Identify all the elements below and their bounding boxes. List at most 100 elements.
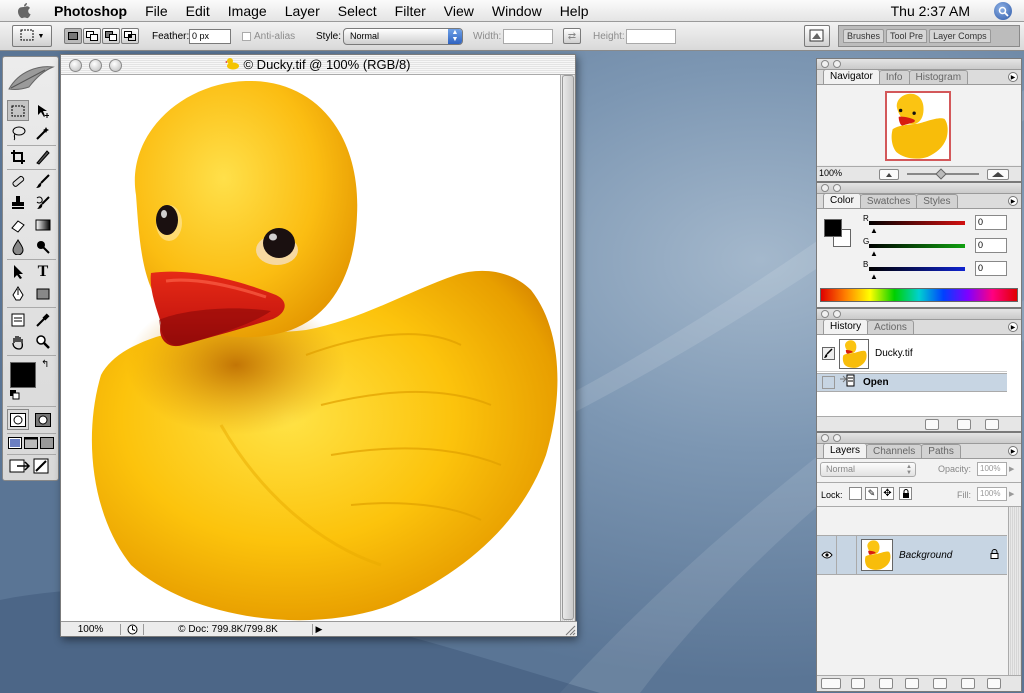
foreground-color-swatch[interactable] xyxy=(10,362,36,388)
document-titlebar[interactable]: © Ducky.tif @ 100% (RGB/8) xyxy=(61,55,575,75)
type-tool-icon[interactable]: T xyxy=(32,261,54,282)
menu-window[interactable]: Window xyxy=(483,3,551,19)
delete-layer-trash-icon[interactable] xyxy=(987,678,1001,689)
tab-paths[interactable]: Paths xyxy=(921,444,961,458)
navigator-zoom-value[interactable]: 100% xyxy=(819,168,842,178)
palette-menu-icon[interactable]: ▶ xyxy=(1008,196,1018,206)
channel-b-thumb-icon[interactable]: ▲ xyxy=(870,272,878,281)
tab-color[interactable]: Color xyxy=(823,193,861,208)
palette-menu-icon[interactable]: ▶ xyxy=(1008,322,1018,332)
history-snapshot-row[interactable]: Ducky.tif xyxy=(817,336,1007,372)
menu-file[interactable]: File xyxy=(136,3,177,19)
history-brush-tool-icon[interactable] xyxy=(32,192,54,213)
channel-g-value[interactable]: 0 xyxy=(975,238,1007,253)
menu-filter[interactable]: Filter xyxy=(386,3,435,19)
height-input[interactable] xyxy=(626,28,676,44)
tab-layers[interactable]: Layers xyxy=(823,443,868,458)
width-input[interactable] xyxy=(503,28,553,44)
add-to-selection-icon[interactable] xyxy=(83,28,101,44)
well-tab-tool-presets[interactable]: Tool Pre xyxy=(886,29,928,43)
spotlight-search-icon[interactable] xyxy=(994,2,1012,20)
gradient-tool-icon[interactable] xyxy=(32,214,54,235)
adjustment-layer-icon[interactable] xyxy=(905,678,919,689)
channel-g-slider[interactable] xyxy=(869,244,965,248)
quick-mask-mode-icon[interactable] xyxy=(32,409,54,430)
history-state-marker-icon[interactable] xyxy=(817,376,839,389)
palette-collapse-icon[interactable] xyxy=(833,434,841,442)
apple-menu-icon[interactable] xyxy=(0,2,48,20)
tool-preset-picker[interactable]: ▼ xyxy=(12,25,52,47)
brush-tool-icon[interactable] xyxy=(32,170,54,191)
opacity-arrow-icon[interactable]: ▶ xyxy=(1009,465,1014,473)
new-layer-icon[interactable] xyxy=(961,678,975,689)
layer-style-icon[interactable] xyxy=(851,678,865,689)
lasso-tool-icon[interactable] xyxy=(7,122,29,143)
feather-input[interactable]: 0 px xyxy=(189,28,231,44)
slice-tool-icon[interactable] xyxy=(32,146,54,167)
menubar-clock[interactable]: Thu 2:37 AM xyxy=(891,3,970,19)
menu-layer[interactable]: Layer xyxy=(276,3,329,19)
palette-collapse-icon[interactable] xyxy=(833,184,841,192)
blend-mode-select[interactable]: Normal ▲ ▼ xyxy=(820,462,916,477)
tab-info[interactable]: Info xyxy=(878,70,910,84)
full-screen-mode-icon[interactable] xyxy=(40,437,54,452)
history-state-row[interactable]: Open xyxy=(817,373,1007,392)
fill-input[interactable]: 100% xyxy=(977,487,1007,501)
antialias-checkbox[interactable]: Anti-alias xyxy=(242,22,295,50)
move-tool-icon[interactable] xyxy=(32,100,54,121)
history-brush-source-icon[interactable] xyxy=(817,347,839,360)
magic-wand-tool-icon[interactable] xyxy=(32,122,54,143)
menu-image[interactable]: Image xyxy=(219,3,276,19)
palette-menu-icon[interactable]: ▶ xyxy=(1008,446,1018,456)
tab-navigator[interactable]: Navigator xyxy=(823,69,880,84)
layer-visibility-eye-icon[interactable] xyxy=(817,536,837,574)
menu-help[interactable]: Help xyxy=(551,3,598,19)
layer-row-background[interactable]: Background xyxy=(817,535,1007,575)
palette-close-icon[interactable] xyxy=(821,310,829,318)
zoom-tool-icon[interactable] xyxy=(32,331,54,352)
color-foreground-swatch[interactable] xyxy=(824,219,842,237)
zoom-in-icon[interactable] xyxy=(987,169,1009,180)
add-layer-mask-icon[interactable] xyxy=(879,678,893,689)
menu-app-photoshop[interactable]: Photoshop xyxy=(48,3,136,19)
new-selection-icon[interactable] xyxy=(64,28,82,44)
channel-g-thumb-icon[interactable]: ▲ xyxy=(870,249,878,258)
palette-close-icon[interactable] xyxy=(821,60,829,68)
image-canvas[interactable] xyxy=(61,75,561,623)
zoom-window-icon[interactable] xyxy=(109,59,122,72)
lock-all-icon[interactable] xyxy=(899,487,912,500)
new-snapshot-icon[interactable] xyxy=(957,419,971,430)
well-tab-layer-comps[interactable]: Layer Comps xyxy=(929,29,991,43)
path-selection-tool-icon[interactable] xyxy=(7,261,29,282)
palette-menu-icon[interactable]: ▶ xyxy=(1008,72,1018,82)
rectangular-marquee-tool-icon[interactable] xyxy=(7,100,29,121)
palette-collapse-icon[interactable] xyxy=(833,60,841,68)
navigator-preview[interactable] xyxy=(885,91,951,161)
swap-colors-icon[interactable]: ↰ xyxy=(41,359,49,370)
new-document-from-state-icon[interactable] xyxy=(925,419,939,430)
scrollbar-thumb[interactable] xyxy=(562,75,574,620)
tab-styles[interactable]: Styles xyxy=(916,194,958,208)
document-vertical-scrollbar[interactable] xyxy=(560,75,575,623)
standard-mode-icon[interactable] xyxy=(7,409,29,430)
link-layers-icon[interactable] xyxy=(821,678,841,689)
palette-close-icon[interactable] xyxy=(821,184,829,192)
lock-transparent-pixels-icon[interactable] xyxy=(849,487,862,500)
layer-name[interactable]: Background xyxy=(899,550,990,561)
minimize-window-icon[interactable] xyxy=(89,59,102,72)
status-menu-arrow-icon[interactable]: ▶ xyxy=(313,624,325,635)
go-to-bridge-icon[interactable] xyxy=(804,25,830,47)
delete-state-trash-icon[interactable] xyxy=(985,419,999,430)
menu-edit[interactable]: Edit xyxy=(177,3,219,19)
clone-stamp-tool-icon[interactable] xyxy=(7,192,29,213)
layers-scrollbar[interactable] xyxy=(1008,507,1021,691)
new-group-icon[interactable] xyxy=(933,678,947,689)
crop-tool-icon[interactable] xyxy=(7,146,29,167)
status-clock-icon[interactable] xyxy=(121,624,143,635)
dodge-tool-icon[interactable] xyxy=(32,236,54,257)
rectangle-shape-tool-icon[interactable] xyxy=(32,283,54,304)
color-spectrum-ramp[interactable] xyxy=(820,288,1018,302)
menu-view[interactable]: View xyxy=(435,3,483,19)
standard-screen-mode-icon[interactable] xyxy=(8,437,22,452)
zoom-slider-thumb[interactable] xyxy=(935,168,947,180)
